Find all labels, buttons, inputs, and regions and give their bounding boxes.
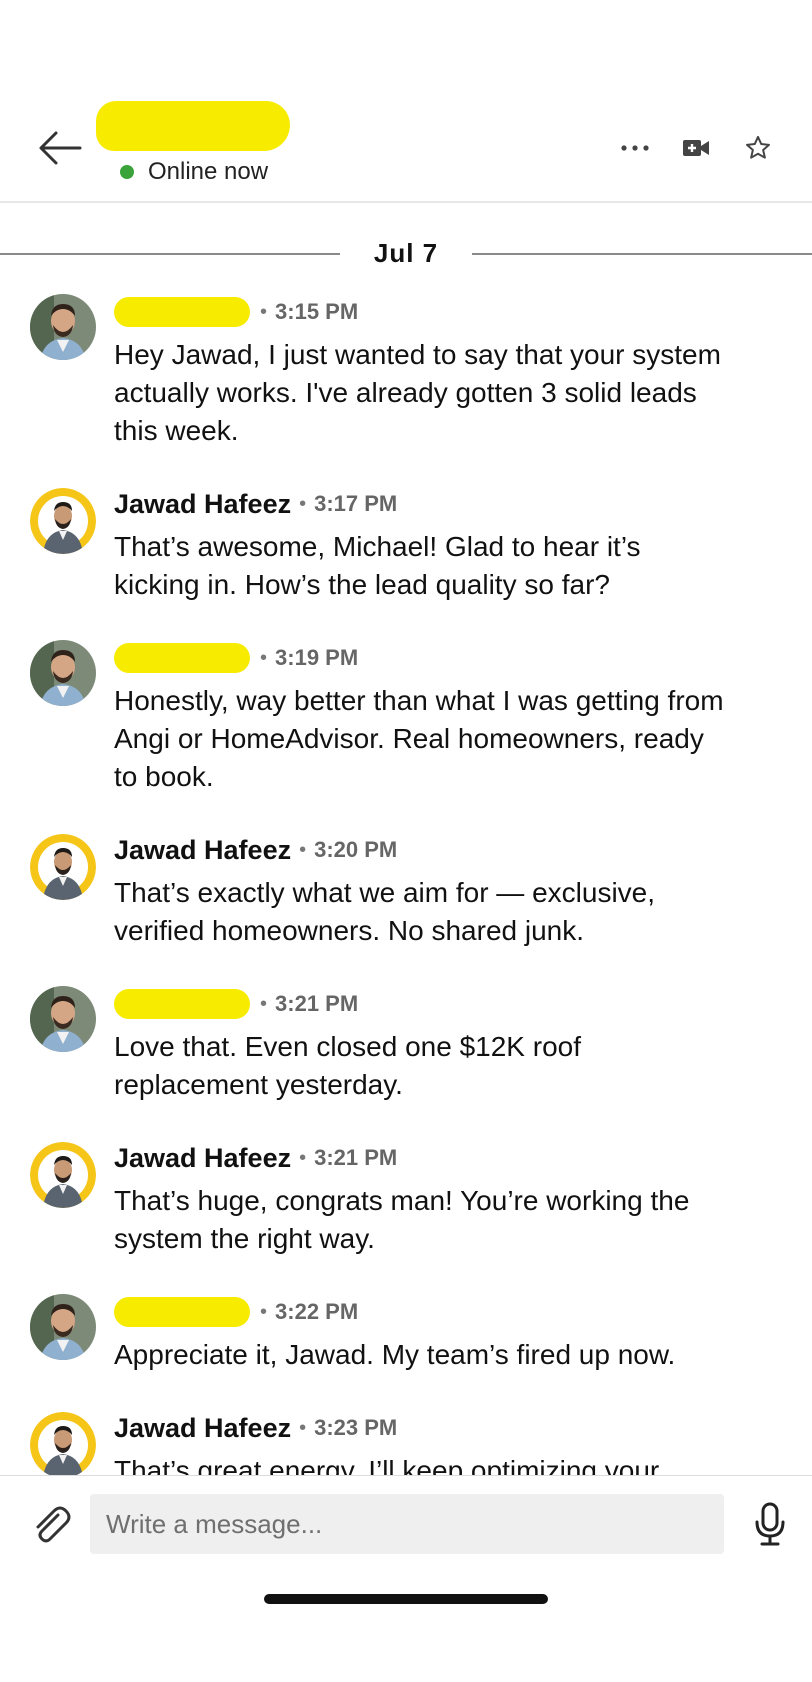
message-text: Honestly, way better than what I was get… — [114, 685, 724, 792]
message-meta: • 3:22 PM — [114, 1292, 358, 1332]
separator-dot: • — [260, 646, 268, 669]
sender-name-redacted — [114, 1297, 250, 1327]
user-avatar[interactable] — [30, 834, 96, 900]
sender-name[interactable]: Jawad Hafeez — [114, 835, 291, 866]
user-avatar[interactable] — [30, 1142, 96, 1208]
sender-name-redacted — [114, 989, 250, 1019]
contact-avatar[interactable] — [30, 294, 96, 360]
divider-line — [0, 253, 340, 255]
message-time: 3:23 PM — [314, 1415, 398, 1440]
message-text: Hey Jawad, I just wanted to say that you… — [114, 339, 721, 446]
separator-dot: • — [299, 1146, 307, 1169]
separator-dot: • — [260, 1300, 268, 1323]
star-icon[interactable] — [738, 128, 778, 168]
separator-dot: • — [260, 300, 268, 323]
message-time: 3:21 PM — [275, 991, 359, 1016]
message-composer — [0, 1475, 812, 1561]
message-time: 3:15 PM — [275, 299, 359, 324]
message-time: 3:19 PM — [275, 645, 359, 670]
separator-dot: • — [299, 838, 307, 861]
message-meta: • 3:15 PM — [114, 292, 358, 332]
more-options-icon[interactable] — [615, 128, 655, 168]
message-meta: • 3:21 PM — [114, 984, 358, 1024]
message-meta: Jawad Hafeez • 3:20 PM — [114, 830, 397, 870]
message-text: Love that. Even closed one $12K roof rep… — [114, 1031, 581, 1100]
contact-avatar[interactable] — [30, 640, 96, 706]
paperclip-icon[interactable] — [28, 1502, 72, 1546]
message-time: 3:20 PM — [314, 837, 398, 862]
user-avatar[interactable] — [30, 488, 96, 554]
sender-name-redacted — [114, 297, 250, 327]
message-text: That’s exactly what we aim for — exclusi… — [114, 877, 656, 946]
microphone-icon[interactable] — [752, 1500, 788, 1548]
back-arrow-icon[interactable] — [36, 124, 84, 172]
sender-name[interactable]: Jawad Hafeez — [114, 489, 291, 520]
date-divider: Jul 7 — [0, 236, 812, 272]
chat-header: Online now — [0, 0, 812, 203]
message-meta: • 3:19 PM — [114, 638, 358, 678]
message-text: That’s huge, congrats man! You’re workin… — [114, 1185, 690, 1254]
message-time: 3:22 PM — [275, 1299, 359, 1324]
video-call-icon[interactable] — [676, 128, 716, 168]
sender-name[interactable]: Jawad Hafeez — [114, 1143, 291, 1174]
message-text: That’s great energy. I’ll keep optimizin… — [114, 1455, 660, 1475]
contact-avatar[interactable] — [30, 986, 96, 1052]
message-text: Appreciate it, Jawad. My team’s fired up… — [114, 1339, 676, 1370]
message-meta: Jawad Hafeez • 3:21 PM — [114, 1138, 397, 1178]
user-avatar[interactable] — [30, 1412, 96, 1475]
sender-name-redacted — [114, 643, 250, 673]
message-input[interactable] — [90, 1494, 724, 1554]
message-list: • 3:15 PM Hey Jawad, I just wanted to sa… — [0, 280, 812, 1475]
message-text: That’s awesome, Michael! Glad to hear it… — [114, 531, 641, 600]
contact-avatar[interactable] — [30, 1294, 96, 1360]
sender-name[interactable]: Jawad Hafeez — [114, 1413, 291, 1444]
separator-dot: • — [299, 492, 307, 515]
divider-line — [472, 253, 812, 255]
contact-name-redacted — [96, 101, 290, 151]
message-meta: Jawad Hafeez • 3:17 PM — [114, 484, 397, 524]
message-time: 3:17 PM — [314, 491, 398, 516]
online-status: Online now — [120, 158, 268, 186]
online-dot-icon — [120, 165, 134, 179]
message-time: 3:21 PM — [314, 1145, 398, 1170]
separator-dot: • — [299, 1416, 307, 1439]
message-meta: Jawad Hafeez • 3:23 PM — [114, 1408, 397, 1448]
home-indicator[interactable] — [264, 1594, 548, 1604]
online-status-text: Online now — [148, 158, 269, 185]
date-label: Jul 7 — [373, 238, 439, 268]
separator-dot: • — [260, 992, 268, 1015]
chat-screen: Online now Jul 7 • 3:15 PM Hey Jawad, I … — [0, 0, 812, 1682]
